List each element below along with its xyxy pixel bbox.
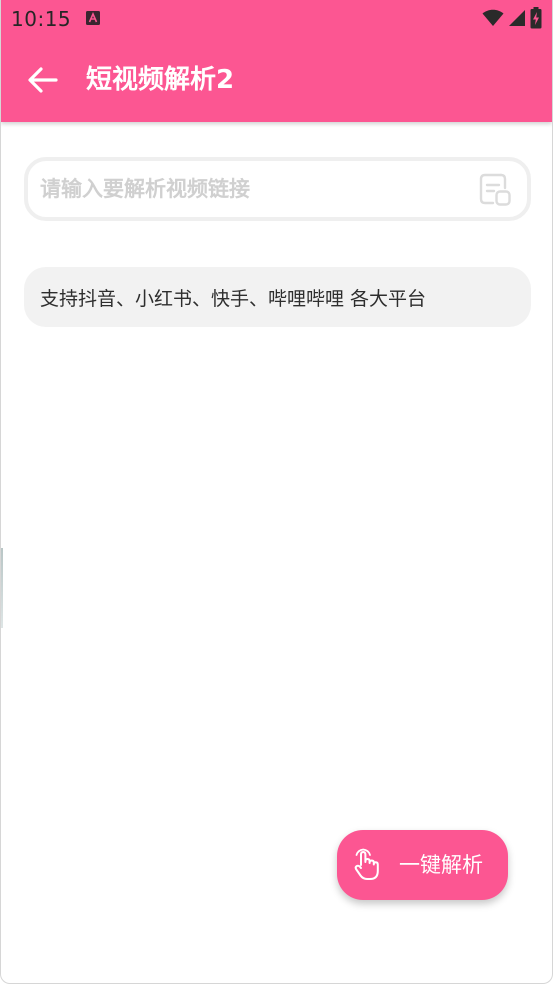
wifi-icon: [482, 9, 504, 26]
url-input-container: [24, 157, 531, 221]
status-icons: [482, 7, 542, 29]
toolbar: 短视频解析2: [1, 38, 552, 122]
supported-platforms-text: 支持抖音、小红书、快手、哔哩哔哩 各大平台: [40, 287, 427, 310]
battery-charging-icon: [530, 7, 542, 29]
video-url-input[interactable]: [40, 161, 460, 217]
hand-pointer-icon: [354, 848, 379, 880]
edge-indicator: [1, 548, 3, 628]
back-button[interactable]: [19, 56, 67, 104]
page-title: 短视频解析2: [86, 65, 235, 95]
one-click-parse-button[interactable]: 一键解析: [337, 830, 508, 900]
notification-a-icon: [86, 11, 100, 25]
supported-platforms-card: 支持抖音、小红书、快手、哔哩哔哩 各大平台: [24, 267, 531, 327]
one-click-parse-label: 一键解析: [399, 853, 483, 877]
app-screen: 10:15 短视频解析2 请输入要解析视频链接 支持抖音、小红书、快手、哔哩哔哩…: [0, 0, 553, 984]
status-bar: 10:15: [1, 0, 552, 38]
status-time: 10:15: [11, 7, 72, 31]
cell-signal-icon: [509, 10, 525, 26]
arrow-left-icon: [28, 67, 58, 93]
clipboard-paste-icon[interactable]: [477, 171, 513, 207]
app-header: 10:15 短视频解析2: [1, 0, 552, 122]
